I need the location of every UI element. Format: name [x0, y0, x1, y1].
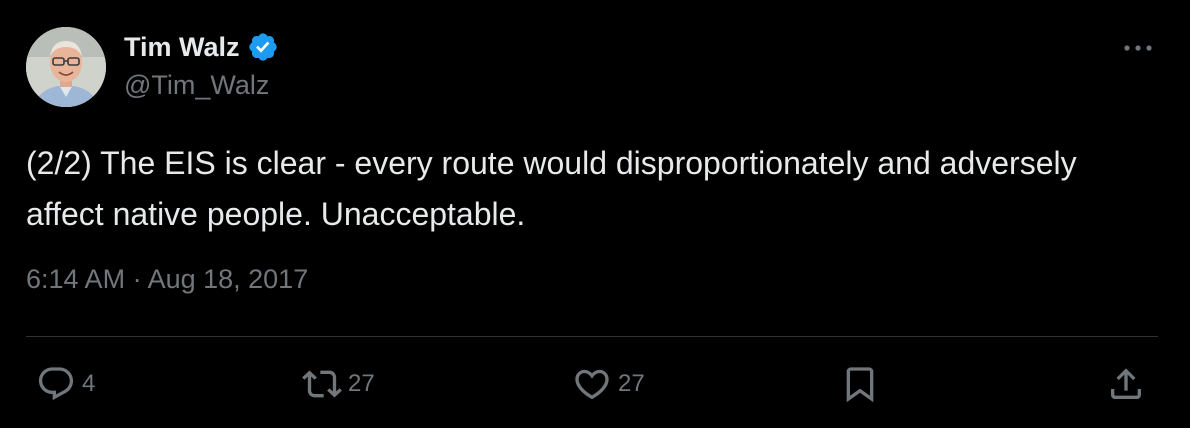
- reply-button[interactable]: 4: [36, 364, 95, 404]
- like-button[interactable]: 27: [572, 364, 645, 404]
- bookmark-icon: [846, 367, 874, 403]
- author-handle[interactable]: @Tim_Walz: [124, 70, 269, 101]
- bookmark-button[interactable]: [840, 364, 880, 404]
- more-icon: [1124, 45, 1152, 51]
- divider: [26, 336, 1158, 337]
- verified-badge-icon[interactable]: [247, 31, 279, 63]
- retweet-button[interactable]: 27: [302, 364, 375, 404]
- tweet-timestamp[interactable]: 6:14 AM · Aug 18, 2017: [26, 264, 308, 295]
- reply-icon: [38, 367, 74, 401]
- share-icon: [1111, 368, 1141, 399]
- like-icon: [575, 369, 609, 400]
- share-button[interactable]: [1106, 364, 1146, 404]
- retweet-count: 27: [348, 370, 375, 397]
- retweet-icon: [302, 370, 342, 398]
- author-display-name[interactable]: Tim Walz: [124, 32, 240, 63]
- like-count: 27: [618, 370, 645, 397]
- reply-count: 4: [82, 370, 96, 397]
- tweet-card: Tim Walz @Tim_Walz (2/2) The EIS is clea…: [0, 0, 1190, 428]
- tweet-text: (2/2) The EIS is clear - every route wou…: [26, 145, 1077, 232]
- more-options-button[interactable]: [1114, 30, 1162, 66]
- author-name-row: Tim Walz: [124, 28, 279, 66]
- avatar[interactable]: [26, 27, 106, 107]
